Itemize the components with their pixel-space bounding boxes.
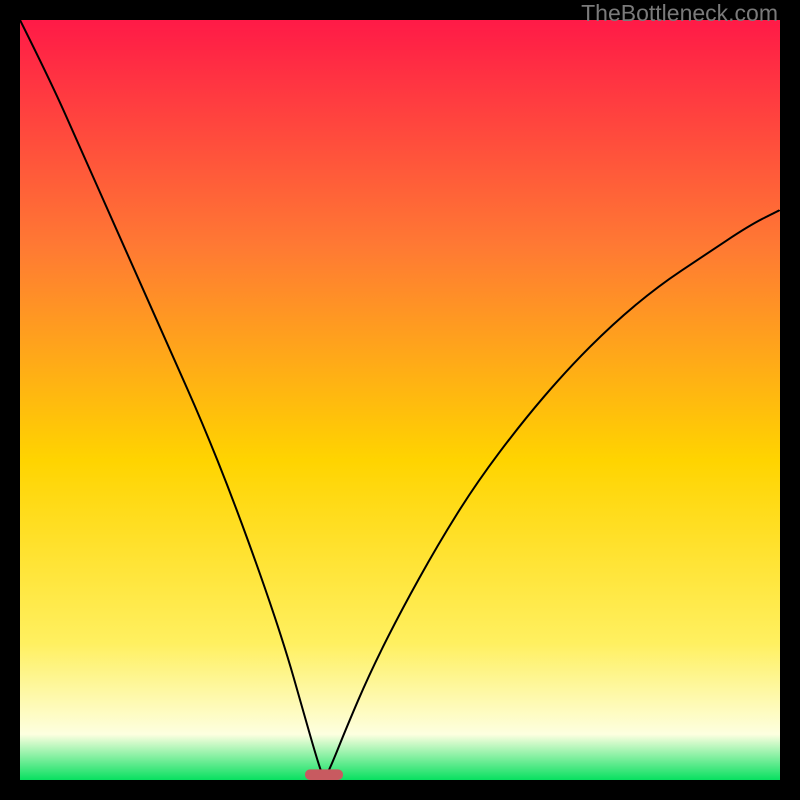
minimum-marker: [305, 769, 343, 780]
watermark-text: TheBottleneck.com: [581, 0, 778, 27]
chart-frame: [20, 20, 780, 780]
gradient-background: [20, 20, 780, 780]
bottleneck-plot: [20, 20, 780, 780]
